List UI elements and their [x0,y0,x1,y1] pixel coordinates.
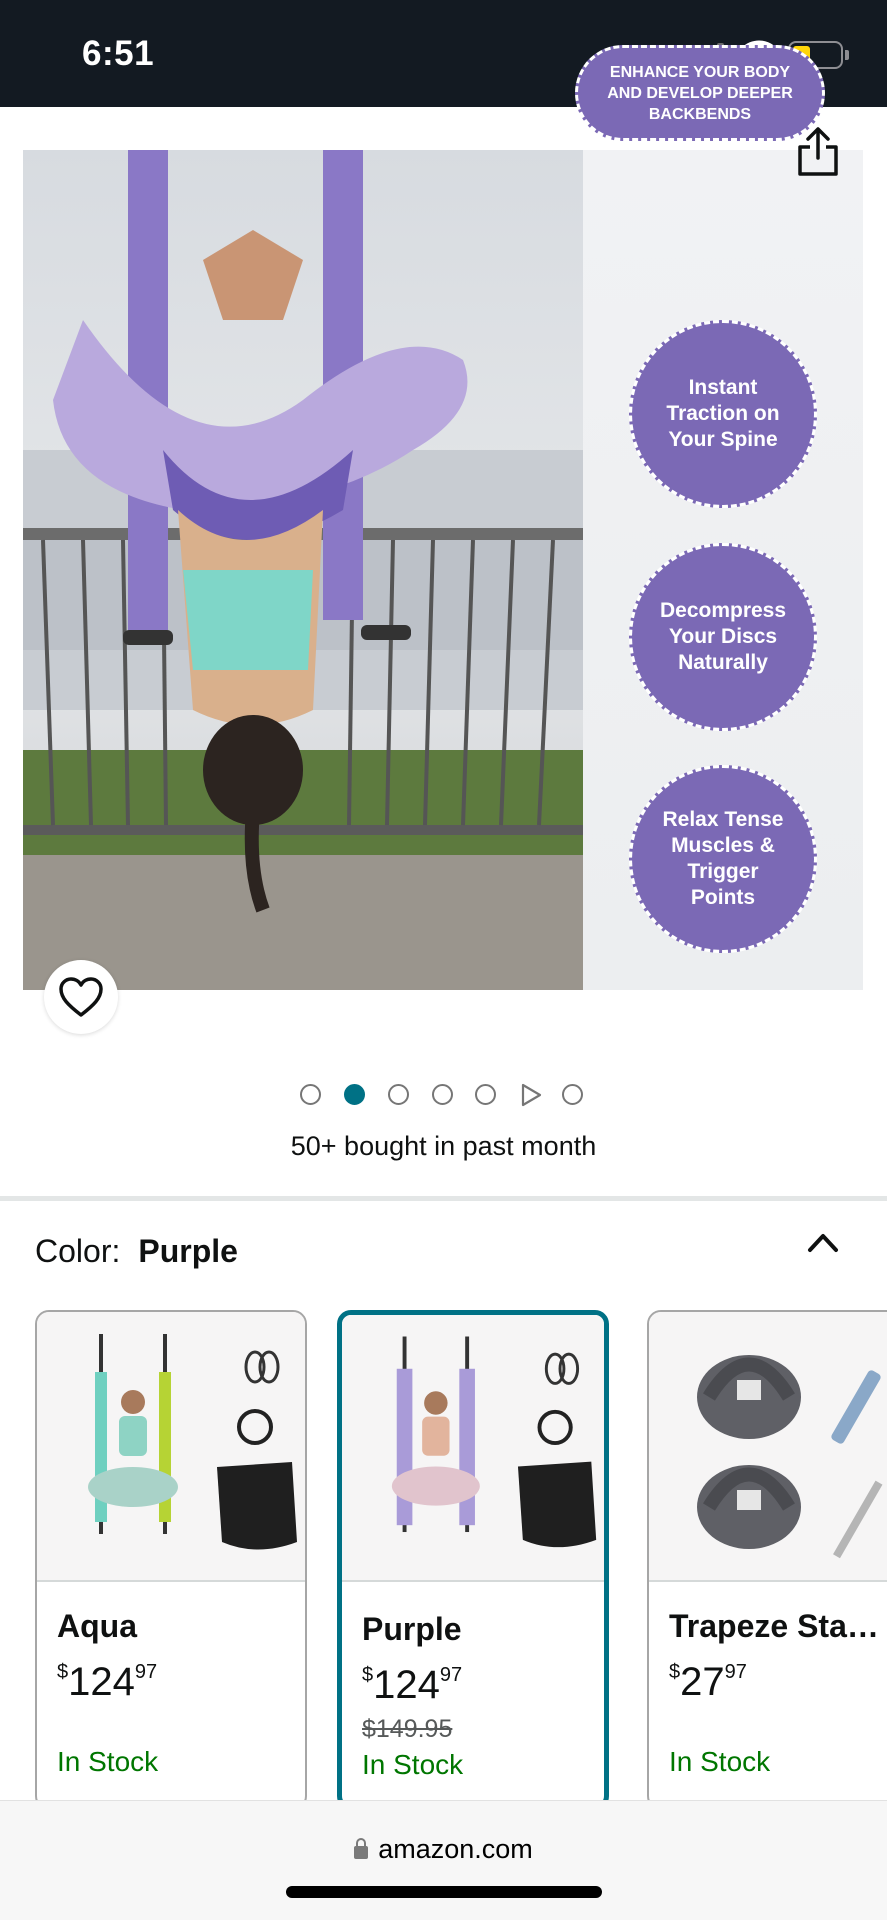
stock-status: In Stock [669,1746,771,1777]
share-icon[interactable] [790,124,846,180]
stock-status: In Stock [57,1746,159,1777]
carousel-dot-1[interactable] [300,1084,321,1105]
swatch-card-purple[interactable]: Purple $12497 $149.95 In Stock [337,1310,609,1810]
carousel-dot-2-active[interactable] [344,1084,365,1105]
heart-outline-icon [59,977,103,1017]
swatch-name: Purple [362,1611,462,1647]
carousel-dot-5[interactable] [475,1084,496,1105]
carousel-indicator [300,1082,600,1107]
callout-decompress: Decompress Your Discs Naturally [629,543,817,731]
swatch-card-aqua[interactable]: Aqua $12497 In Stock [35,1310,307,1810]
callout-traction: Instant Traction on Your Spine [629,320,817,508]
callout-relax: Relax Tense Muscles & Trigger Points [629,765,817,953]
swatch-image-aqua [37,1312,305,1582]
browser-url-bar[interactable]: amazon.com [0,1800,887,1920]
swatch-price: $12497 [362,1663,463,1707]
home-indicator[interactable] [286,1886,602,1898]
carousel-dot-7[interactable] [562,1084,583,1105]
callout-backbends: ENHANCE YOUR BODY AND DEVELOP DEEPER BAC… [575,45,825,141]
carousel-dot-3[interactable] [388,1084,409,1105]
swatch-price: $12497 [57,1660,158,1704]
url-text: amazon.com [378,1834,533,1864]
swatch-image-trapeze-stand [649,1312,887,1582]
chevron-up-icon[interactable] [806,1228,840,1256]
product-photo [23,150,583,990]
stock-status: In Stock [362,1749,464,1780]
carousel-dot-4[interactable] [432,1084,453,1105]
color-label: Color: [35,1233,121,1269]
bought-count: 50+ bought in past month [290,1131,597,1161]
swatch-image-purple [342,1315,604,1582]
favorite-button[interactable] [44,960,118,1034]
lock-icon [354,1838,369,1859]
swatch-price: $2797 [669,1660,747,1704]
swatch-name: Trapeze Sta… [669,1608,879,1644]
video-play-icon[interactable] [520,1083,542,1107]
section-divider [0,1196,887,1201]
selected-color: Purple [138,1233,238,1269]
list-price: $149.95 [362,1715,453,1743]
swatch-card-trapeze-stand[interactable]: Trapeze Sta… $2797 In Stock [647,1310,887,1810]
swatch-name: Aqua [57,1608,137,1644]
color-selector-header: Color: Purple [35,1233,238,1270]
status-time: 6:51 [82,34,155,73]
